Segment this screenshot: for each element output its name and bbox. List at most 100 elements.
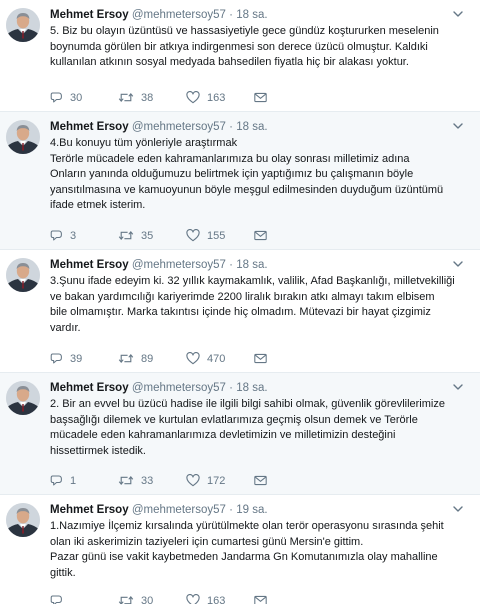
- tweet-text: 2. Bir an evvel bu üzücü hadise ile ilgi…: [50, 397, 466, 459]
- like-button[interactable]: 163: [186, 594, 254, 604]
- tweet[interactable]: Mehmet Ersoy @mehmetersoy57 · 18 sa. 2. …: [0, 373, 480, 495]
- tweet-time[interactable]: 18 sa.: [236, 121, 267, 133]
- author-handle[interactable]: @mehmetersoy57: [132, 259, 226, 271]
- tweet-text-line: 5. Biz bu olayın üzüntüsü ve hassasiyeti…: [50, 25, 439, 37]
- like-button[interactable]: 155: [186, 229, 254, 242]
- heart-icon: [186, 594, 200, 604]
- reply-button[interactable]: 3: [50, 229, 118, 242]
- tweet-text-line: bile olmamıştır. Marka takıntısı içinde …: [50, 306, 431, 318]
- reply-icon: [50, 230, 62, 241]
- author-name[interactable]: Mehmet Ersoy: [50, 259, 129, 271]
- avatar[interactable]: [6, 381, 40, 415]
- retweet-icon: [118, 93, 134, 102]
- author-name[interactable]: Mehmet Ersoy: [50, 504, 129, 516]
- separator-dot: ·: [229, 504, 233, 516]
- avatar[interactable]: [6, 503, 40, 537]
- tweet-actions: 1 33 172: [50, 474, 274, 487]
- tweet[interactable]: Mehmet Ersoy @mehmetersoy57 · 18 sa. 3.Ş…: [0, 250, 480, 373]
- reply-button[interactable]: 39: [50, 352, 118, 365]
- envelope-icon: [254, 595, 267, 604]
- reply-button[interactable]: [50, 594, 118, 604]
- chevron-down-icon[interactable]: [452, 503, 464, 515]
- reply-icon: [50, 595, 62, 604]
- author-handle[interactable]: @mehmetersoy57: [132, 504, 226, 516]
- like-button[interactable]: 172: [186, 474, 254, 487]
- tweet-header: Mehmet Ersoy @mehmetersoy57 · 18 sa.: [50, 8, 450, 22]
- avatar[interactable]: [6, 120, 40, 154]
- chevron-down-icon[interactable]: [452, 381, 464, 393]
- tweet-actions: 3 35 155: [50, 229, 274, 242]
- tweet-header: Mehmet Ersoy @mehmetersoy57 · 18 sa.: [50, 258, 450, 272]
- tweet-text: 5. Biz bu olayın üzüntüsü ve hassasiyeti…: [50, 24, 466, 71]
- retweet-icon: [118, 231, 134, 240]
- separator-dot: ·: [229, 9, 233, 21]
- tweet-text-line: ifade etmek isterim.: [50, 199, 146, 211]
- avatar-photo-icon: [6, 120, 40, 154]
- direct-message-button[interactable]: [254, 595, 274, 604]
- author-handle[interactable]: @mehmetersoy57: [132, 9, 226, 21]
- retweet-icon: [118, 354, 134, 363]
- chevron-down-icon[interactable]: [452, 258, 464, 270]
- retweet-count: 35: [141, 229, 154, 242]
- retweet-button[interactable]: 35: [118, 229, 186, 242]
- tweet-text-line: başsağlığı dilemek ve kurtulan evlatları…: [50, 413, 418, 426]
- tweet-text-line: olan iki askerimizin taziyeleri için cum…: [50, 535, 364, 548]
- tweet-text-line: gittik.: [50, 566, 76, 579]
- direct-message-button[interactable]: [254, 353, 274, 364]
- chevron-down-icon[interactable]: [452, 8, 464, 20]
- direct-message-button[interactable]: [254, 230, 274, 241]
- avatar-photo-icon: [6, 503, 40, 537]
- retweet-button[interactable]: 89: [118, 352, 186, 365]
- tweet[interactable]: Mehmet Ersoy @mehmetersoy57 · 18 sa. 5. …: [0, 0, 480, 112]
- retweet-icon: [118, 476, 134, 485]
- avatar[interactable]: [6, 8, 40, 42]
- retweet-count: 33: [141, 474, 154, 487]
- tweet-text-line: hissettirmek istedik.: [50, 444, 146, 457]
- author-handle[interactable]: @mehmetersoy57: [132, 382, 226, 394]
- tweet-actions: 30 163: [50, 594, 274, 604]
- author-handle[interactable]: @mehmetersoy57: [132, 121, 226, 133]
- author-name[interactable]: Mehmet Ersoy: [50, 382, 129, 394]
- tweet-text: 1.Nazımiye İlçemiz kırsalında yürütülmek…: [50, 519, 466, 581]
- separator-dot: ·: [229, 121, 233, 133]
- like-count: 163: [207, 594, 226, 604]
- heart-icon: [186, 352, 200, 365]
- like-count: 172: [207, 474, 226, 487]
- tweet-header: Mehmet Ersoy @mehmetersoy57 · 19 sa.: [50, 503, 450, 517]
- reply-count: 1: [70, 474, 77, 487]
- tweet[interactable]: Mehmet Ersoy @mehmetersoy57 · 18 sa. 4.B…: [0, 112, 480, 250]
- heart-icon: [186, 474, 200, 487]
- reply-count: 30: [70, 91, 83, 104]
- retweet-button[interactable]: 33: [118, 474, 186, 487]
- retweet-button[interactable]: 38: [118, 91, 186, 104]
- direct-message-button[interactable]: [254, 475, 274, 486]
- tweet-text-line: 3.Şunu ifade edeyim ki. 32 yıllık kaymak…: [50, 275, 455, 287]
- tweet-time[interactable]: 18 sa.: [236, 9, 267, 21]
- tweet-text: 3.Şunu ifade edeyim ki. 32 yıllık kaymak…: [50, 274, 466, 336]
- envelope-icon: [254, 92, 267, 103]
- retweet-button[interactable]: 30: [118, 594, 186, 604]
- tweet[interactable]: Mehmet Ersoy @mehmetersoy57 · 19 sa. 1.N…: [0, 495, 480, 604]
- direct-message-button[interactable]: [254, 92, 274, 103]
- tweet-text: 4.Bu konuyu tüm yönleriyle araştırmak Ter…: [50, 136, 466, 214]
- reply-button[interactable]: 30: [50, 91, 118, 104]
- tweet-text-line: yansıtılmasına ve kamuoyunun böyle meşgu…: [50, 183, 444, 196]
- tweet-text-line: kullanılan atkının sosyal medyada bahsed…: [50, 56, 409, 68]
- separator-dot: ·: [229, 382, 233, 394]
- envelope-icon: [254, 475, 267, 486]
- reply-button[interactable]: 1: [50, 474, 118, 487]
- author-name[interactable]: Mehmet Ersoy: [50, 9, 129, 21]
- like-button[interactable]: 470: [186, 352, 254, 365]
- tweet-text-line: ve bakan yardımcılığı kariyerimde 2200 l…: [50, 290, 435, 303]
- tweet-text-line: 2. Bir an evvel bu üzücü hadise ile ilgi…: [50, 398, 445, 410]
- reply-icon: [50, 475, 62, 486]
- author-name[interactable]: Mehmet Ersoy: [50, 121, 129, 133]
- avatar[interactable]: [6, 258, 40, 292]
- chevron-down-icon[interactable]: [452, 120, 464, 132]
- tweet-time[interactable]: 19 sa.: [236, 504, 267, 516]
- tweet-text-line: 4.Bu konuyu tüm yönleriyle araştırmak: [50, 137, 238, 149]
- tweet-time[interactable]: 18 sa.: [236, 259, 267, 271]
- tweet-time[interactable]: 18 sa.: [236, 382, 267, 394]
- retweet-count: 30: [141, 594, 154, 604]
- like-button[interactable]: 163: [186, 91, 254, 104]
